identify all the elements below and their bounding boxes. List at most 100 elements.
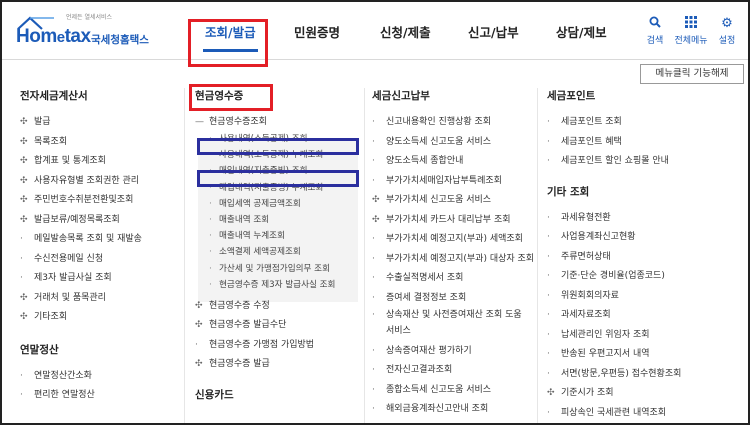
highlight-nav-tab xyxy=(188,19,268,67)
submenu-item[interactable]: · 현금영수증 제3자 발급사실 조회 xyxy=(195,277,363,293)
menu-item[interactable]: · 해외금융계좌신고안내 조회 xyxy=(372,400,537,420)
bullet-icon: · xyxy=(20,370,23,381)
highlight-purchase-inquiry xyxy=(197,170,359,187)
menu-item[interactable]: ✣ 합계표 및 통계조회 xyxy=(20,152,180,172)
bullet-icon: · xyxy=(372,117,375,127)
grid-icon xyxy=(672,16,710,32)
menu-item[interactable]: · 수신전용메일 신청 xyxy=(20,250,180,270)
plus-icon: ✣ xyxy=(20,292,28,303)
menu-item[interactable]: · 반송된 우편고지서 내역 xyxy=(547,345,742,365)
menu-item[interactable]: · 수출실적명세서 조회 xyxy=(372,269,537,289)
menu-item[interactable]: · 과세자료조회 xyxy=(547,306,742,326)
menu-item[interactable]: · 신고내용확인 진행상황 조회 xyxy=(372,113,537,133)
menu-item[interactable]: · 연말정산간소화 xyxy=(20,367,180,387)
all-menu-tool[interactable]: 전체메뉴 xyxy=(672,16,710,46)
gear-icon: ⚙ xyxy=(721,16,733,31)
menu-item[interactable]: · 세금포인트 조회 xyxy=(547,113,742,133)
menu-item[interactable]: · 기준·단순 경비율(업종코드) xyxy=(547,267,742,287)
menu-click-disable-button[interactable]: 메뉴클릭 기능해제 xyxy=(640,64,744,84)
minus-icon: — xyxy=(195,117,204,127)
bullet-icon: · xyxy=(372,156,375,166)
hometax-logo[interactable]: 언제든 열세서비스 Hometax 국세청홈택스 xyxy=(16,12,176,52)
menu-item[interactable]: · 현금영수증 가맹점 가입방법 xyxy=(195,336,363,356)
logo-brand-pre: Hom xyxy=(16,26,57,47)
menu-item-continued[interactable]: 서비스 xyxy=(372,322,537,342)
plus-icon: ✣ xyxy=(195,320,203,331)
menu-item[interactable]: · 납세관리인 위임자 조회 xyxy=(547,326,742,346)
bullet-icon: · xyxy=(20,234,23,244)
column-divider xyxy=(537,88,538,423)
menu-item[interactable]: · 과세유형전환 xyxy=(547,209,742,229)
column-cash-receipt: 현금영수증 — 현금영수증조회 · 사용내역(소득공제) 조회 · 사용내역(소득공제… xyxy=(195,88,363,412)
menu-item[interactable]: · 부가가치세 예정고지(부과) 세액조회 xyxy=(372,230,537,250)
menu-item[interactable]: ✣ 목록조회 xyxy=(20,133,180,153)
menu-item[interactable]: ✣ 발급보류/예정목록조회 xyxy=(20,211,180,231)
menu-item[interactable]: · 종합소득세 신고도움 서비스 xyxy=(372,381,537,401)
menu-item[interactable]: · 상속재산 및 사전증여재산 조회 도움 xyxy=(372,308,537,322)
bullet-icon: · xyxy=(547,349,550,359)
search-tool[interactable]: 검색 xyxy=(638,16,672,46)
menu-item[interactable]: · 위원회회의자료 xyxy=(547,287,742,307)
menu-item[interactable]: ✣ 현금영수증 발급수단 xyxy=(195,316,363,336)
menu-item[interactable]: · 제3자 발급사실 조회 xyxy=(20,269,180,289)
plus-icon: ✣ xyxy=(20,136,28,147)
logo-tagline: 언제든 열세서비스 xyxy=(66,14,113,21)
settings-tool[interactable]: ⚙ 설정 xyxy=(712,16,742,46)
menu-item[interactable]: ✣ 부가가치세 카드사 대리납부 조회 xyxy=(372,211,537,231)
bullet-icon: · xyxy=(547,117,550,127)
submenu-item[interactable]: · 매입세액 공제금액조회 xyxy=(195,196,363,212)
menu-item[interactable]: · 주류면허상태 xyxy=(547,248,742,268)
menu-item[interactable]: · 증여세 결정정보 조회 xyxy=(372,289,537,309)
submenu-item[interactable]: · 가산세 및 가맹점가입의무 조회 xyxy=(195,261,363,277)
nav-tab-report-pay[interactable]: 신고/납부 xyxy=(468,22,519,41)
menu-item[interactable]: · 세금포인트 혜택 xyxy=(547,133,742,153)
menu-item[interactable]: ✣ 발급 xyxy=(20,113,180,133)
bullet-icon: · xyxy=(20,253,23,264)
menu-item[interactable]: ✣ 기준시가 조회 xyxy=(547,384,742,404)
bullet-icon: · xyxy=(209,247,212,258)
column-divider xyxy=(364,88,365,423)
bullet-icon: · xyxy=(547,271,550,281)
menu-item[interactable]: ✣ 기타조회 xyxy=(20,308,180,328)
menu-item[interactable]: · 서면(방문,우편등) 접수현황조회 xyxy=(547,365,742,385)
menu-item[interactable]: · 편리한 연말정산 xyxy=(20,386,180,406)
menu-item[interactable]: · 메일발송목록 조회 및 재발송 xyxy=(20,230,180,250)
bullet-icon: · xyxy=(547,136,550,147)
menu-group[interactable]: — 현금영수증조회 xyxy=(195,113,363,131)
menu-item[interactable]: ✣ 부가가치세 신고도움 서비스 xyxy=(372,191,537,211)
submenu-item[interactable]: · 매출내역 조회 xyxy=(195,212,363,228)
logo-brand-e: e xyxy=(56,29,65,46)
column-title-2: 기타 조회 xyxy=(547,185,590,198)
menu-item[interactable]: ✣ 주민번호수취분전환및조회 xyxy=(20,191,180,211)
menu-item[interactable]: ✣ 거래처 및 품목관리 xyxy=(20,289,180,309)
menu-item[interactable]: · 양도소득세 종합안내 xyxy=(372,152,537,172)
bullet-icon: · xyxy=(372,175,375,186)
bullet-icon: · xyxy=(195,339,198,350)
menu-item[interactable]: · 상속증여재산 평가하기 xyxy=(372,342,537,362)
menu-item[interactable]: · 피상속인 국세관련 내역조회 xyxy=(547,404,742,424)
bullet-icon: · xyxy=(372,384,375,395)
page-frame: 언제든 열세서비스 Hometax 국세청홈택스 조회/발급 민원증명 신청/제… xyxy=(0,0,750,425)
bullet-icon: · xyxy=(209,279,212,290)
plus-icon: ✣ xyxy=(20,117,28,127)
menu-item[interactable]: · 양도소득세 신고도움 서비스 xyxy=(372,133,537,153)
menu-item[interactable]: · 부가가치세매입자납부특례조회 xyxy=(372,172,537,192)
bullet-icon: · xyxy=(20,390,23,400)
submenu-item[interactable]: · 매출내역 누계조회 xyxy=(195,228,363,244)
bullet-icon: · xyxy=(547,368,550,379)
menu-item[interactable]: ✣ 현금영수증 발급 xyxy=(195,355,363,375)
bullet-icon: · xyxy=(372,292,375,303)
bullet-icon: · xyxy=(547,156,550,166)
bullet-icon: · xyxy=(372,273,375,283)
menu-item[interactable]: · 사업용계좌신고현황 xyxy=(547,228,742,248)
nav-tab-certificates[interactable]: 민원증명 xyxy=(294,22,340,41)
menu-item[interactable]: ✣ 사용자유형별 조회권한 관리 xyxy=(20,172,180,192)
menu-item[interactable]: · 전자신고결과조회 xyxy=(372,361,537,381)
nav-tab-consult[interactable]: 상담/제보 xyxy=(556,22,607,41)
nav-tab-application[interactable]: 신청/제출 xyxy=(380,22,431,41)
menu-item[interactable]: · 부가가치세 예정고지(부과) 대상자 조회 xyxy=(372,250,537,270)
logo-brand-post: tax xyxy=(64,26,91,47)
menu-item[interactable]: · 세금포인트 할인 쇼핑몰 안내 xyxy=(547,152,742,172)
menu-item[interactable]: ✣ 현금영수증 수정 xyxy=(195,297,363,317)
submenu-item[interactable]: · 소액결제 세액공제조회 xyxy=(195,244,363,260)
